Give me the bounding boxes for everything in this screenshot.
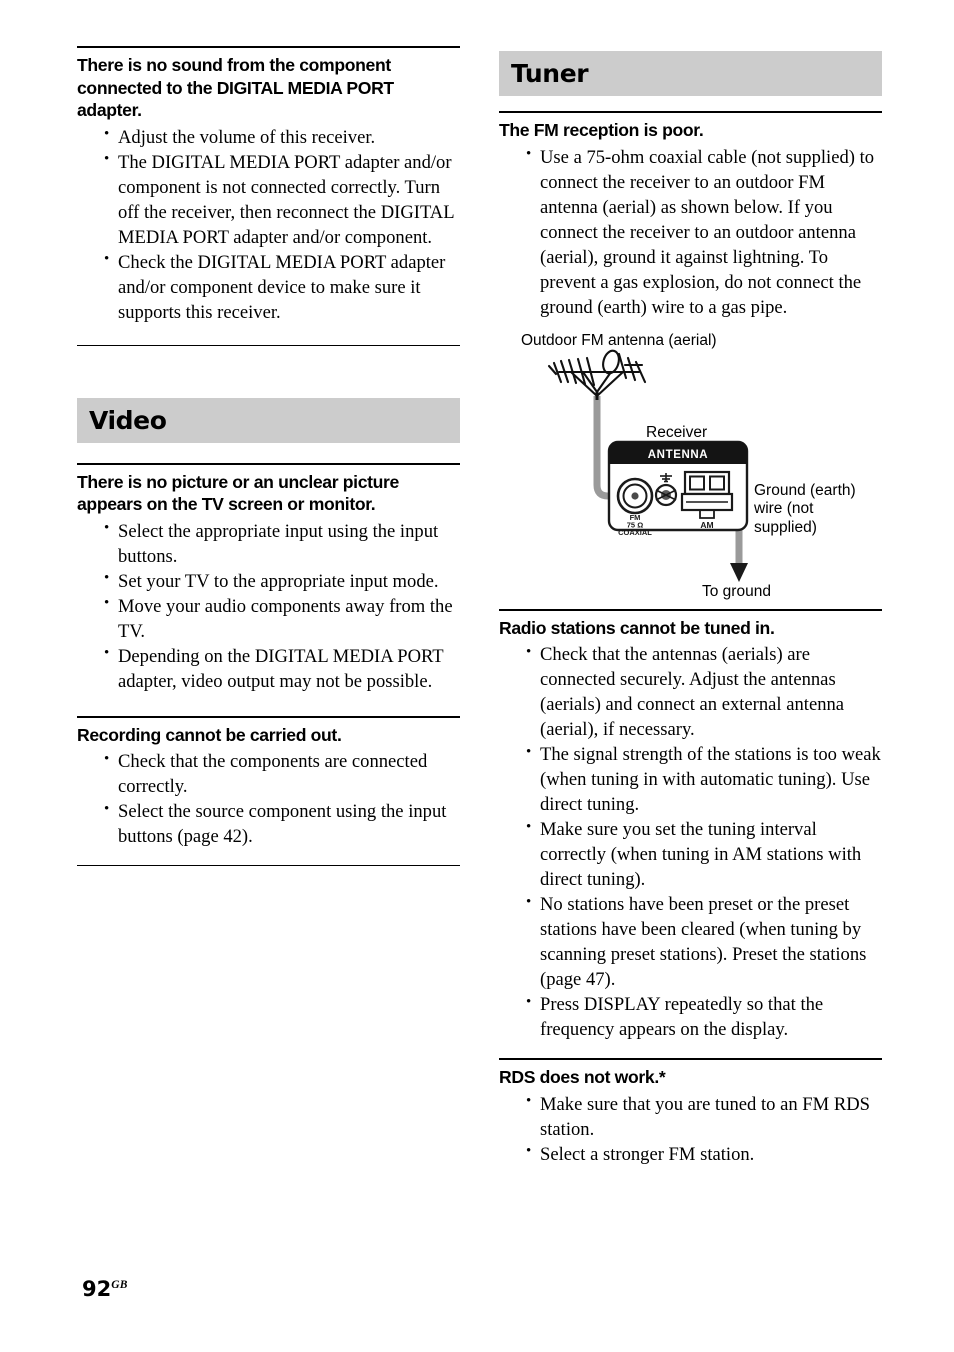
list-item: Set your TV to the appropriate input mod… (104, 568, 460, 594)
tuner-rule-1 (499, 111, 882, 113)
qa-heading-dmport-no-sound: There is no sound from the component con… (77, 55, 394, 121)
qa-bullets-no-stations-tuned: Check that the antennas (aerials) are co… (499, 642, 882, 1042)
am-label: AM (700, 520, 713, 530)
yagi-antenna-icon (547, 349, 647, 397)
video-rule-close (77, 865, 460, 867)
section-banner-video: Video (77, 397, 460, 443)
list-item: Press DISPLAY repeatedly so that the fre… (526, 992, 882, 1042)
antenna-diagram-svg: ANTENNA FM 75 Ω COAXIAL AM (547, 349, 749, 582)
page-number-value: 92 (82, 1277, 112, 1301)
manual-page: There is no sound from the component con… (0, 0, 954, 1352)
list-item: Make sure you set the tuning interval co… (526, 817, 882, 892)
list-item: No stations have been preset or the pres… (526, 892, 882, 992)
panel-header-label: ANTENNA (648, 449, 708, 461)
tuner-rule-2 (499, 608, 882, 611)
list-item: The signal strength of the stations is t… (526, 742, 882, 817)
video-rule-2 (77, 715, 460, 718)
qa-heading-fm-reception-poor: The FM reception is poor. (499, 120, 704, 140)
page-region-code: GB (111, 1279, 128, 1291)
fm-label-line3: COAXIAL (618, 528, 652, 537)
list-item: Use a 75-ohm coaxial cable (not supplied… (526, 144, 882, 320)
list-item: Check that the components are connected … (104, 749, 460, 799)
section-title-video: Video (89, 405, 167, 435)
figure-fm-antenna-hookup: Outdoor FM antenna (aerial) Receiver Gro… (499, 330, 882, 602)
qa-bullets-recording-failed: Check that the components are connected … (77, 749, 460, 849)
section-title-tuner: Tuner (511, 59, 589, 88)
video-rule-1 (77, 462, 460, 465)
list-item: Depending on the DIGITAL MEDIA PORT adap… (104, 643, 460, 694)
qa-heading-no-stations-tuned: Radio stations cannot be tuned in. (499, 617, 775, 638)
list-item: Adjust the volume of this receiver. (104, 124, 460, 150)
section-rule-top (77, 46, 460, 48)
list-item: Make sure that you are tuned to an FM RD… (526, 1091, 882, 1142)
receiver-rear-panel: ANTENNA FM 75 Ω COAXIAL AM (607, 440, 749, 537)
list-item: Select the source component using the in… (104, 799, 460, 849)
qa-heading-no-picture: There is no picture or an unclear pictur… (77, 471, 399, 515)
qa-bullets-dmport-no-sound: Adjust the volume of this receiver. The … (77, 124, 460, 325)
list-item: The DIGITAL MEDIA PORT adapter and/or co… (104, 149, 460, 250)
qa-heading-rds-not-working: RDS does not work.* (499, 1067, 666, 1088)
qa-heading-recording-failed: Recording cannot be carried out. (77, 724, 342, 745)
page-number: 92GB (82, 1277, 128, 1301)
left-column: There is no sound from the component con… (77, 0, 460, 867)
qa-bullets-fm-reception-poor: Use a 75-ohm coaxial cable (not supplied… (499, 144, 882, 320)
qa-bullets-rds-not-working: Make sure that you are tuned to an FM RD… (499, 1091, 882, 1167)
down-arrow-icon (730, 562, 748, 582)
list-item: Check that the antennas (aerials) are co… (526, 642, 882, 742)
right-column: Tuner The FM reception is poor. Use a 75… (499, 0, 882, 1167)
list-item: Select a stronger FM station. (526, 1141, 882, 1167)
section-banner-tuner: Tuner (499, 51, 882, 96)
tuner-rule-3 (499, 1058, 882, 1061)
list-item: Move your audio components away from the… (104, 593, 460, 644)
qa-bullets-no-picture: Select the appropriate input using the i… (77, 518, 460, 694)
list-item: Select the appropriate input using the i… (104, 518, 460, 569)
list-item: Check the DIGITAL MEDIA PORT adapter and… (104, 249, 460, 325)
